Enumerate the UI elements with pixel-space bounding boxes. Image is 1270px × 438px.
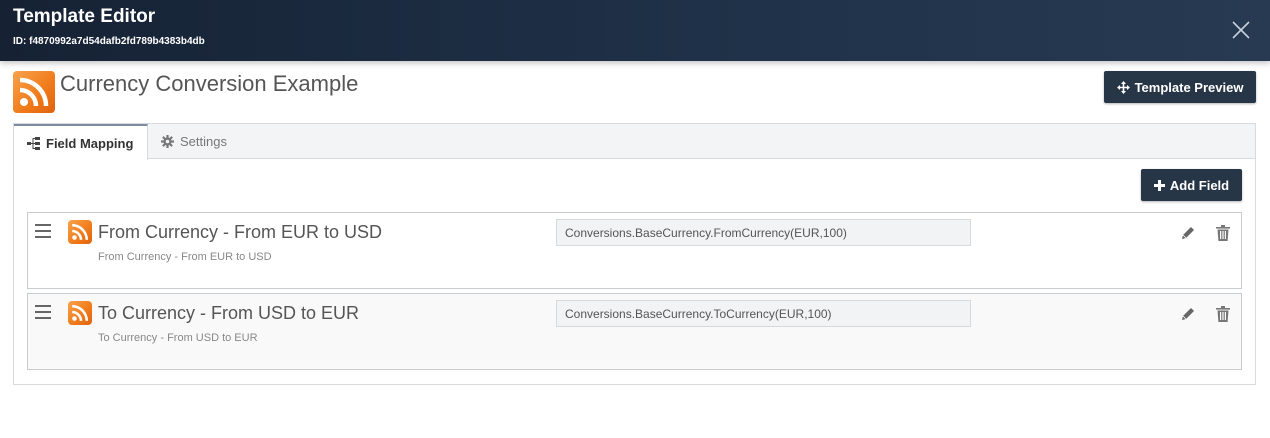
field-expression[interactable]: Conversions.BaseCurrency.ToCurrency(EUR,…: [556, 300, 971, 327]
template-preview-button[interactable]: Template Preview: [1104, 71, 1256, 103]
field-name: To Currency - From USD to EUR: [98, 303, 360, 323]
modal-title: Template Editor: [13, 6, 156, 27]
add-field-label: Add Field: [1169, 177, 1230, 193]
field-description: To Currency - From USD to EUR: [98, 332, 258, 344]
template-id: ID: f4870992a7d54dafb2fd789b4383b4db: [13, 36, 205, 47]
field-description: From Currency - From EUR to USD: [98, 251, 272, 263]
pencil-icon[interactable]: [1180, 225, 1196, 241]
move-icon: [1116, 80, 1130, 94]
tab-bar: Field Mapping Settings: [14, 124, 1255, 160]
field-name: From Currency - From EUR to USD: [98, 222, 383, 242]
add-field-button[interactable]: Add Field: [1141, 169, 1242, 201]
hierarchy-icon: [27, 136, 40, 150]
field-row: To Currency - From USD to EUR To Currenc…: [27, 293, 1242, 370]
field-row: From Currency - From EUR to USD From Cur…: [27, 212, 1242, 289]
rss-icon: [68, 220, 92, 244]
close-icon[interactable]: [1230, 19, 1252, 41]
template-preview-label: Template Preview: [1134, 79, 1244, 95]
drag-handle-icon[interactable]: [35, 305, 51, 319]
rss-icon: [13, 71, 55, 113]
tab-settings-label: Settings: [180, 134, 227, 149]
drag-handle-icon[interactable]: [35, 224, 51, 238]
rss-icon: [68, 301, 92, 325]
trash-icon[interactable]: [1216, 306, 1230, 322]
gear-icon: [161, 135, 174, 148]
tab-settings[interactable]: Settings: [148, 124, 240, 159]
plus-icon: [1153, 179, 1165, 191]
field-expression[interactable]: Conversions.BaseCurrency.FromCurrency(EU…: [556, 219, 971, 246]
tab-field-mapping-label: Field Mapping: [46, 135, 134, 151]
page-title: Currency Conversion Example: [60, 71, 359, 96]
tab-field-mapping[interactable]: Field Mapping: [14, 124, 148, 160]
trash-icon[interactable]: [1216, 225, 1230, 241]
pencil-icon[interactable]: [1180, 306, 1196, 322]
modal-header: Template Editor ID: f4870992a7d54dafb2fd…: [0, 0, 1270, 61]
